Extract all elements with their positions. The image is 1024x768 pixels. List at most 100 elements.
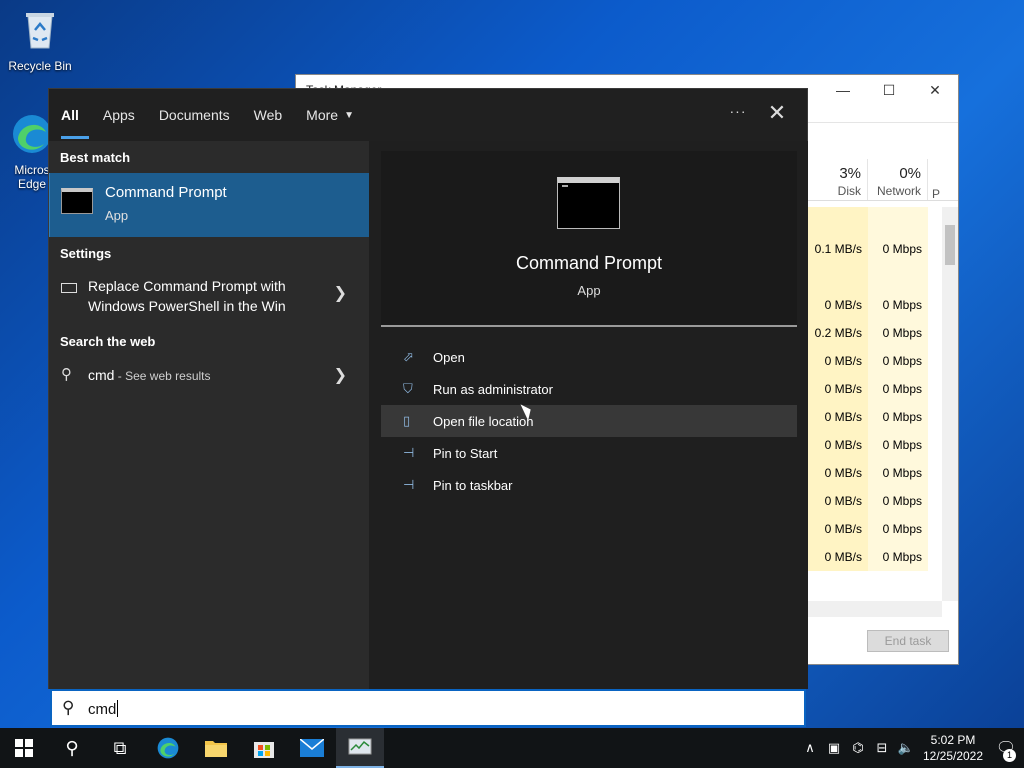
clock-time: 5:02 PM — [930, 733, 976, 747]
action-label: Pin to Start — [433, 445, 498, 461]
taskbar-mail[interactable] — [288, 728, 336, 768]
pin-icon: ⊣ — [403, 445, 415, 460]
settings-result-label: Replace Command Prompt with Windows Powe… — [88, 278, 286, 314]
action-open[interactable]: ⬀ Open — [381, 341, 797, 373]
task-view-button[interactable]: ⧉ — [96, 728, 144, 768]
tray-app-icon[interactable]: ▣ — [822, 740, 846, 756]
table-row[interactable]: 0 MB/s 0 Mbps — [808, 431, 942, 459]
table-row[interactable] — [808, 207, 942, 235]
minimize-icon: — — [836, 82, 850, 98]
tab-documents[interactable]: Documents — [147, 89, 242, 141]
chevron-right-icon[interactable]: ❯ — [334, 365, 347, 385]
task-view-icon: ⧉ — [113, 737, 127, 758]
network-column-header[interactable]: 0% Network — [868, 159, 928, 200]
action-open-file-location[interactable]: ▯ Open file location — [381, 405, 797, 437]
tab-apps[interactable]: Apps — [91, 89, 147, 141]
clock[interactable]: 5:02 PM 12/25/2022 — [918, 732, 988, 764]
recycle-bin-desktop-icon[interactable]: Recycle Bin — [2, 8, 78, 73]
table-row[interactable]: 0 MB/s 0 Mbps — [808, 543, 942, 571]
open-icon: ⬀ — [403, 349, 414, 364]
vertical-scrollbar[interactable] — [942, 207, 958, 601]
disk-cell: 0 MB/s — [808, 543, 868, 571]
tab-more[interactable]: More ▼ — [294, 89, 366, 141]
tab-web[interactable]: Web — [242, 89, 295, 141]
command-prompt-icon — [61, 188, 93, 214]
scrollbar-thumb[interactable] — [945, 225, 955, 265]
disk-cell: 0 MB/s — [808, 431, 868, 459]
notification-center-button[interactable]: 🗨 1 — [988, 738, 1024, 762]
pin-icon: ⊣ — [403, 477, 415, 492]
tab-all[interactable]: All — [49, 89, 91, 141]
power-column-header[interactable]: P — [928, 159, 958, 201]
shield-icon: ⛉ — [403, 381, 413, 396]
table-row[interactable]: 0 MB/s 0 Mbps — [808, 459, 942, 487]
table-row[interactable]: 0 MB/s 0 Mbps — [808, 403, 942, 431]
network-label: Network — [876, 184, 921, 198]
taskbar-task-manager[interactable] — [336, 728, 384, 768]
web-results-hint: - See web results — [114, 369, 211, 383]
table-row[interactable]: 0 MB/s 0 Mbps — [808, 487, 942, 515]
system-tray: ∧ ▣ ⌬ ⊟ 🔈 5:02 PM 12/25/2022 🗨 1 — [798, 728, 1024, 768]
table-row[interactable] — [808, 263, 942, 291]
horizontal-scrollbar[interactable] — [808, 601, 942, 617]
table-row[interactable]: 0 MB/s 0 Mbps — [808, 347, 942, 375]
disk-cell — [808, 207, 868, 235]
table-row[interactable]: 0 MB/s 0 Mbps — [808, 291, 942, 319]
taskbar-edge[interactable] — [144, 728, 192, 768]
caret-down-icon: ▼ — [344, 109, 354, 121]
disk-cell: 0.1 MB/s — [808, 235, 868, 263]
network-icon[interactable]: ⊟ — [870, 740, 894, 756]
taskbar-file-explorer[interactable] — [192, 728, 240, 768]
show-hidden-icons-button[interactable]: ∧ — [798, 740, 822, 756]
table-row[interactable]: 0.1 MB/s 0 Mbps — [808, 235, 942, 263]
search-tabs: All Apps Documents Web More ▼ — [49, 89, 807, 141]
web-result-item[interactable]: ⚲ cmd - See web results ❯ — [49, 359, 369, 393]
network-cell: 0 Mbps — [868, 431, 928, 459]
meet-now-icon[interactable]: ⌬ — [846, 740, 870, 756]
close-button[interactable]: ✕ — [912, 75, 958, 105]
action-label: Open file location — [433, 413, 534, 429]
network-cell: 0 Mbps — [868, 403, 928, 431]
command-prompt-large-icon — [557, 177, 620, 229]
close-icon: ✕ — [929, 81, 941, 98]
network-cell: 0 Mbps — [868, 487, 928, 515]
volume-icon[interactable]: 🔈 — [894, 740, 918, 756]
results-pane: Best match Command Prompt App Settings R… — [49, 141, 369, 689]
search-icon: ⚲ — [62, 698, 75, 717]
chevron-up-icon: ∧ — [805, 740, 815, 755]
minimize-button[interactable]: — — [820, 75, 866, 105]
action-run-as-administrator[interactable]: ⛉ Run as administrator — [381, 373, 797, 405]
tab-more-label: More — [306, 107, 339, 123]
taskbar-store[interactable] — [240, 728, 288, 768]
best-match-item[interactable]: Command Prompt App — [49, 173, 369, 237]
best-match-title: Command Prompt — [105, 184, 227, 201]
start-button[interactable] — [0, 728, 48, 768]
search-icon: ⚲ — [61, 366, 72, 383]
text-caret — [117, 700, 119, 717]
disk-label: Disk — [837, 184, 861, 198]
network-cell — [868, 263, 928, 291]
search-input[interactable]: ⚲ cmd — [50, 689, 806, 727]
settings-result-item[interactable]: Replace Command Prompt with Windows Powe… — [49, 271, 369, 317]
close-search-button[interactable]: ✕ — [765, 102, 789, 126]
action-list: ⬀ Open ⛉ Run as administrator ▯ Open fil… — [381, 341, 797, 501]
folder-icon — [205, 741, 227, 757]
maximize-icon: ☐ — [882, 81, 896, 98]
more-options-button[interactable]: ··· — [725, 103, 751, 127]
app-preview: Command Prompt App — [381, 151, 797, 327]
disk-cell: 0 MB/s — [808, 403, 868, 431]
table-row[interactable]: 0.2 MB/s 0 Mbps — [808, 319, 942, 347]
taskbar-search-button[interactable]: ⚲ — [48, 728, 96, 768]
maximize-button[interactable]: ☐ — [866, 75, 912, 105]
network-cell: 0 Mbps — [868, 319, 928, 347]
action-pin-to-taskbar[interactable]: ⊣ Pin to taskbar — [381, 469, 797, 501]
chevron-right-icon[interactable]: ❯ — [334, 283, 347, 303]
network-cell — [868, 207, 928, 235]
store-icon — [254, 742, 274, 758]
table-row[interactable]: 0 MB/s 0 Mbps — [808, 515, 942, 543]
disk-cell: 0 MB/s — [808, 515, 868, 543]
end-task-button[interactable]: End task — [867, 630, 949, 652]
action-pin-to-start[interactable]: ⊣ Pin to Start — [381, 437, 797, 469]
table-row[interactable]: 0 MB/s 0 Mbps — [808, 375, 942, 403]
disk-column-header[interactable]: 3% Disk — [808, 159, 868, 200]
